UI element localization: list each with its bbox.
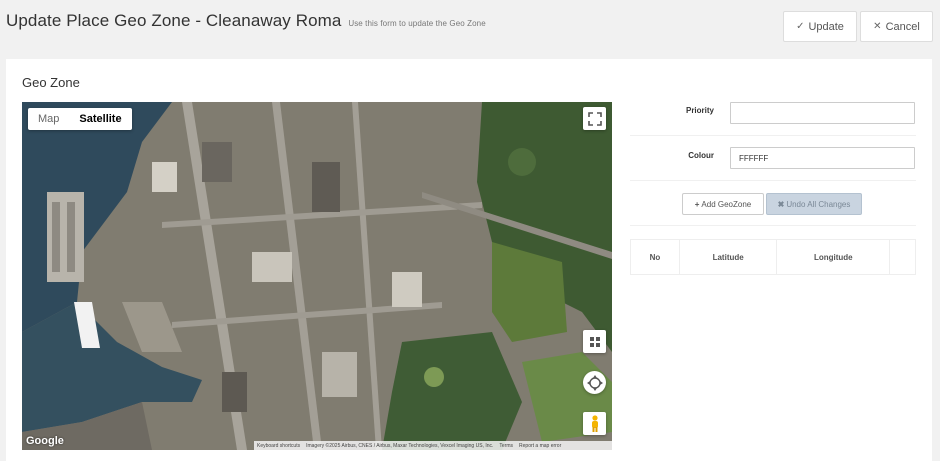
google-logo: Google bbox=[26, 435, 64, 447]
column-header-no: No bbox=[631, 240, 680, 274]
colour-row: Colour bbox=[630, 137, 916, 181]
fullscreen-button[interactable] bbox=[583, 107, 606, 130]
map-attribution: Keyboard shortcuts Imagery ©2025 Airbus,… bbox=[254, 441, 612, 450]
fullscreen-icon bbox=[587, 111, 602, 126]
page-title: Update Place Geo Zone - Cleanaway Roma U… bbox=[6, 11, 486, 31]
column-header-longitude: Longitude bbox=[777, 240, 891, 274]
map-type-satellite[interactable]: Satellite bbox=[69, 108, 131, 130]
add-geozone-button[interactable]: + Add GeoZone bbox=[682, 193, 764, 215]
close-icon: ✕ bbox=[873, 21, 882, 32]
plus-icon: + bbox=[694, 199, 700, 209]
column-header-actions bbox=[890, 240, 915, 274]
imagery-credit: Imagery ©2025 Airbus, CNES / Airbus, Max… bbox=[306, 442, 494, 449]
map-type-map[interactable]: Map bbox=[28, 108, 69, 130]
undo-all-changes-button[interactable]: ✖ Undo All Changes bbox=[766, 193, 862, 215]
close-icon: ✖ bbox=[777, 199, 785, 209]
page-subtitle: Use this form to update the Geo Zone bbox=[348, 19, 486, 28]
colour-input[interactable] bbox=[730, 147, 915, 169]
priority-input[interactable] bbox=[730, 102, 915, 124]
update-button-label: Update bbox=[808, 20, 844, 33]
coordinates-table-header: No Latitude Longitude bbox=[630, 239, 916, 275]
rotate-button[interactable] bbox=[583, 371, 606, 394]
page-header: Update Place Geo Zone - Cleanaway Roma U… bbox=[0, 0, 940, 58]
report-map-error-link[interactable]: Report a map error bbox=[519, 443, 561, 449]
keyboard-shortcuts-link[interactable]: Keyboard shortcuts bbox=[257, 443, 300, 449]
satellite-imagery[interactable] bbox=[22, 102, 612, 450]
page-title-text: Update Place Geo Zone - Cleanaway Roma bbox=[6, 11, 342, 30]
card-title: Geo Zone bbox=[22, 75, 80, 90]
geozone-actions: + Add GeoZone ✖ Undo All Changes bbox=[630, 182, 916, 226]
map-view[interactable]: Map Satellite Google Keyboard shortcuts … bbox=[22, 102, 612, 450]
priority-label: Priority bbox=[685, 106, 714, 115]
geo-zone-card: Geo Zone Map Satellite Google Keyboard s… bbox=[6, 59, 932, 461]
terms-link[interactable]: Terms bbox=[499, 443, 513, 449]
tilt-grid-icon bbox=[589, 336, 600, 347]
map-type-control: Map Satellite bbox=[28, 108, 132, 130]
undo-label: Undo All Changes bbox=[786, 199, 851, 209]
column-header-latitude: Latitude bbox=[680, 240, 778, 274]
colour-label: Colour bbox=[688, 151, 714, 160]
priority-row: Priority bbox=[630, 92, 916, 136]
check-icon: ✓ bbox=[796, 21, 805, 32]
update-button[interactable]: ✓ Update bbox=[783, 11, 857, 42]
cancel-button[interactable]: ✕ Cancel bbox=[860, 11, 933, 42]
add-geozone-label: Add GeoZone bbox=[701, 199, 752, 209]
street-view-button[interactable] bbox=[583, 412, 606, 435]
cancel-button-label: Cancel bbox=[885, 20, 920, 33]
pegman-icon bbox=[591, 414, 598, 432]
tilt-button[interactable] bbox=[583, 330, 606, 353]
rotate-icon bbox=[586, 374, 603, 391]
